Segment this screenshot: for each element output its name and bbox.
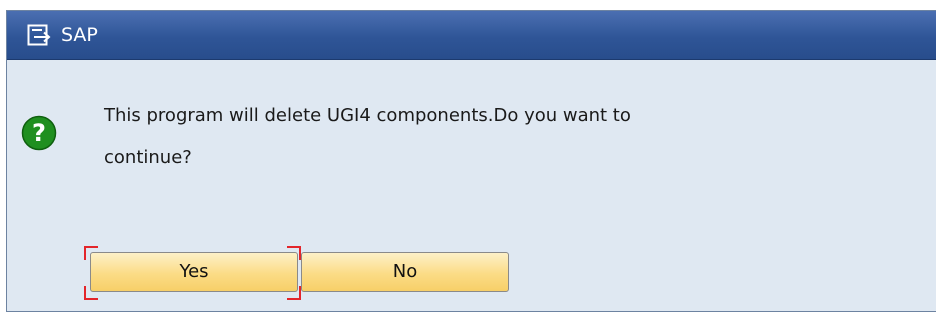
focus-marker (84, 246, 98, 260)
focus-marker (287, 286, 301, 300)
message-text: This program will delete UGI4 components… (104, 105, 631, 168)
no-button[interactable]: No (301, 252, 509, 292)
title-bar[interactable]: SAP (7, 11, 936, 60)
sap-window-icon[interactable] (27, 24, 53, 46)
question-icon: ? (21, 115, 57, 151)
yes-button[interactable]: Yes (90, 252, 298, 292)
focus-marker (84, 286, 98, 300)
confirm-dialog: SAP ? This program will delete UGI4 comp… (6, 10, 936, 312)
window-title: SAP (61, 24, 98, 46)
focus-marker (287, 246, 301, 260)
svg-text:?: ? (32, 119, 46, 147)
